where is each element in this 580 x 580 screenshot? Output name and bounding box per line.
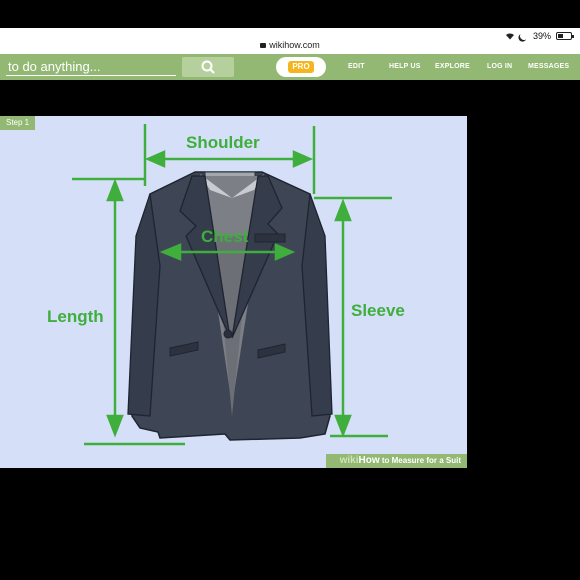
wifi-icon — [505, 33, 514, 40]
image-caption: wikiHow to Measure for a Suit — [325, 454, 467, 468]
article-step-image: Step 1 Shoulder Chest Length Sleeve wiki… — [0, 116, 467, 468]
wikihow-logo-wiki: wiki — [339, 455, 359, 466]
nav-edit[interactable]: EDIT — [348, 63, 365, 70]
pro-badge: PRO — [288, 61, 314, 73]
moon-icon — [519, 31, 529, 41]
browser-status-bar: wikihow.com 39% — [0, 28, 580, 54]
caption-text: to Measure for a Suit — [379, 456, 461, 465]
length-label: Length — [47, 307, 104, 326]
nav-log-in[interactable]: LOG IN — [487, 63, 512, 70]
suit-illustration — [72, 124, 392, 446]
nav-explore[interactable]: EXPLORE — [435, 63, 470, 70]
wikihow-navbar: PRO EDIT HELP US EXPLORE LOG IN MESSAGES — [0, 54, 580, 80]
step-badge: Step 1 — [0, 116, 36, 130]
pro-button[interactable]: PRO — [276, 57, 326, 77]
nav-help-us[interactable]: HELP US — [389, 63, 421, 70]
lock-icon — [260, 43, 267, 48]
shoulder-label: Shoulder — [186, 133, 260, 152]
battery-icon — [556, 32, 574, 40]
address-bar[interactable]: wikihow.com — [0, 40, 580, 50]
wikihow-logo-how: How — [358, 455, 380, 466]
battery-percent: 39% — [532, 31, 551, 41]
chest-label: Chest — [201, 227, 249, 246]
search-input[interactable] — [6, 58, 176, 76]
nav-messages[interactable]: MESSAGES — [528, 63, 569, 70]
search-icon — [201, 60, 215, 74]
url-text: wikihow.com — [269, 40, 320, 50]
search-button[interactable] — [182, 57, 234, 77]
sleeve-label: Sleeve — [351, 301, 405, 320]
status-icons: 39% — [505, 31, 574, 41]
